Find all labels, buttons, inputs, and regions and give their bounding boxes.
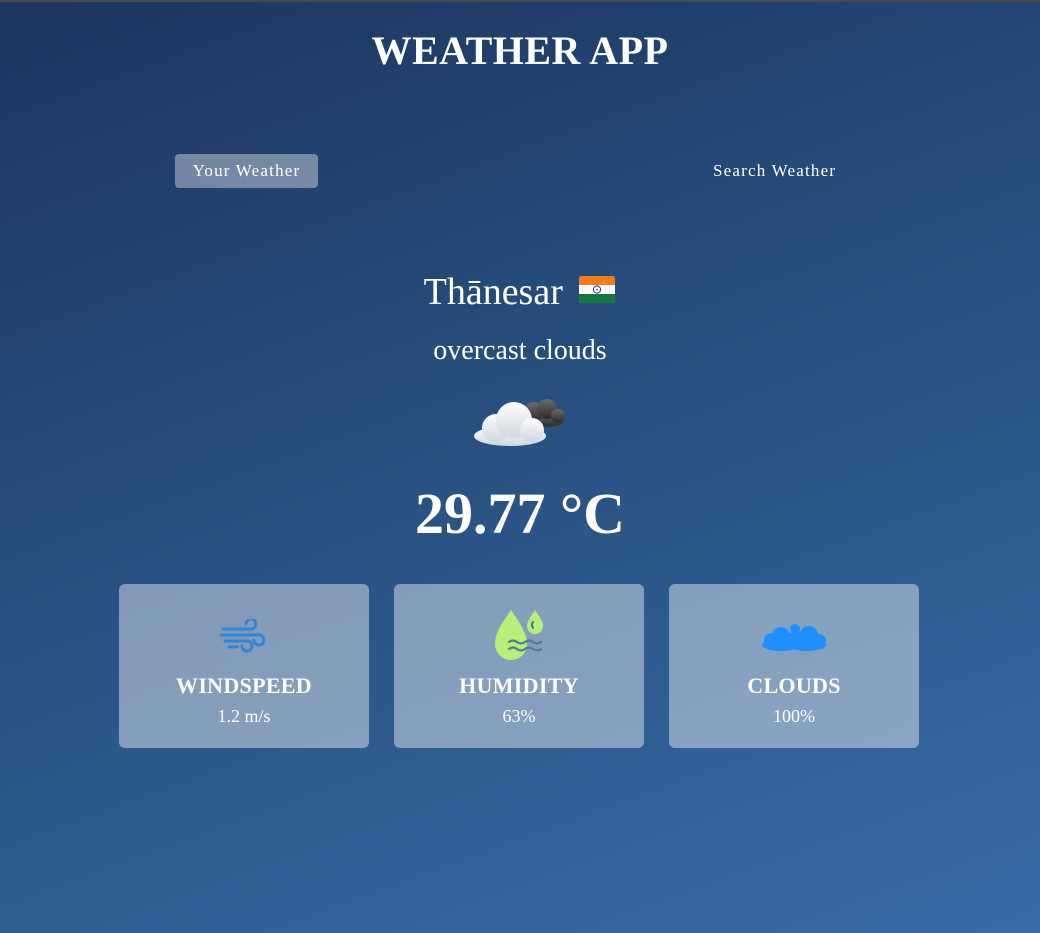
tab-your-weather[interactable]: Your Weather [175,154,318,188]
clouds-card: CLOUDS 100% [669,584,919,748]
wind-icon [119,606,369,666]
windspeed-card: WINDSPEED 1.2 m/s [119,584,369,748]
temperature-value: 29.77 °C [414,481,626,546]
window-top-border [0,0,1040,2]
humidity-label: HUMIDITY [459,673,579,698]
humidity-card: HUMIDITY 63% [394,584,644,748]
clouds-label: CLOUDS [747,673,841,698]
overcast-clouds-icon [470,392,570,452]
windspeed-label: WINDSPEED [176,673,312,698]
city-name: Thānesar [423,271,563,313]
india-flag-icon [578,270,616,314]
clouds-value: 100% [773,706,815,726]
humidity-drops-icon [394,606,644,666]
location-heading: Thānesar [0,270,1040,314]
windspeed-value: 1.2 m/s [217,706,271,726]
weather-description: overcast clouds [433,335,607,366]
clouds-icon [669,606,919,666]
tab-search-weather[interactable]: Search Weather [702,154,847,188]
app-title: WEATHER APP [371,28,669,73]
humidity-value: 63% [502,706,536,726]
